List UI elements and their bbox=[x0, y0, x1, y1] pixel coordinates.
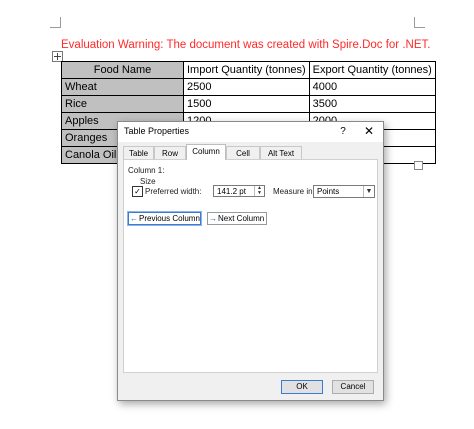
chevron-down-icon: ▼ bbox=[363, 186, 374, 197]
header-export-quantity[interactable]: Export Quantity (tonnes) bbox=[308, 61, 436, 79]
cancel-button[interactable]: Cancel bbox=[332, 380, 374, 394]
tab-alt-text[interactable]: Alt Text bbox=[260, 146, 302, 159]
spin-arrows-icon[interactable]: ▲ ▼ bbox=[254, 186, 264, 196]
table-row: Wheat 2500 4000 bbox=[61, 78, 436, 96]
crop-mark-top-left bbox=[50, 17, 61, 28]
help-button[interactable]: ? bbox=[336, 124, 350, 139]
dialog-titlebar[interactable]: Table Properties ? ✕ bbox=[118, 122, 383, 142]
preferred-width-label: Preferred width: bbox=[145, 187, 202, 196]
tab-row[interactable]: Row bbox=[154, 146, 186, 159]
header-import-quantity[interactable]: Import Quantity (tonnes) bbox=[183, 61, 310, 79]
tab-column-label: Column bbox=[192, 147, 220, 156]
preferred-width-value: 141.2 pt bbox=[217, 187, 246, 196]
previous-column-label: Previous Column bbox=[139, 214, 200, 223]
preferred-width-input[interactable]: 141.2 pt ▲ ▼ bbox=[213, 185, 265, 197]
checkmark-icon: ✓ bbox=[134, 187, 141, 196]
column-label: Column 1: bbox=[128, 166, 165, 175]
preferred-width-checkbox[interactable]: ✓ bbox=[132, 186, 143, 197]
column-tab-panel: Column 1: Size ✓ Preferred width: 141.2 … bbox=[123, 159, 378, 373]
table-cell[interactable]: 1500 bbox=[183, 95, 310, 113]
measure-in-select[interactable]: Points ▼ bbox=[313, 185, 375, 198]
table-cell[interactable]: Wheat bbox=[61, 78, 184, 96]
crop-mark-top-right bbox=[414, 17, 425, 28]
measure-in-value: Points bbox=[317, 187, 340, 196]
tab-table[interactable]: Table bbox=[123, 146, 154, 159]
tab-alt-text-label: Alt Text bbox=[267, 149, 295, 158]
tab-cell-label: Cell bbox=[236, 149, 250, 158]
tab-row-label: Row bbox=[161, 149, 178, 158]
dialog-title: Table Properties bbox=[124, 126, 190, 136]
table-header-row: Food Name Import Quantity (tonnes) Expor… bbox=[61, 61, 436, 79]
next-column-button[interactable]: →Next Column bbox=[207, 212, 267, 225]
size-label: Size bbox=[140, 177, 156, 186]
previous-column-button[interactable]: ←Previous Column bbox=[127, 211, 202, 226]
table-cell[interactable]: 3500 bbox=[308, 95, 436, 113]
table-cell[interactable]: 2500 bbox=[183, 78, 310, 96]
tab-column[interactable]: Column bbox=[186, 144, 226, 160]
table-cell[interactable]: Rice bbox=[61, 95, 184, 113]
ok-button[interactable]: OK bbox=[281, 380, 323, 394]
measure-in-label: Measure in: bbox=[273, 187, 315, 196]
table-cell[interactable]: 4000 bbox=[308, 78, 436, 96]
arrow-right-icon: → bbox=[209, 214, 217, 223]
arrow-left-icon: ← bbox=[130, 214, 138, 223]
next-column-label: Next Column bbox=[218, 214, 265, 223]
table-properties-dialog: Table Properties ? ✕ Table Row Column Ce… bbox=[117, 121, 384, 401]
table-row: Rice 1500 3500 bbox=[61, 95, 436, 113]
tab-table-label: Table bbox=[128, 149, 149, 158]
close-button[interactable]: ✕ bbox=[361, 124, 377, 139]
table-resize-handle[interactable] bbox=[414, 161, 423, 170]
tab-cell[interactable]: Cell bbox=[226, 146, 260, 159]
evaluation-warning: Evaluation Warning: The document was cre… bbox=[61, 39, 431, 51]
header-food-name[interactable]: Food Name bbox=[61, 61, 184, 79]
